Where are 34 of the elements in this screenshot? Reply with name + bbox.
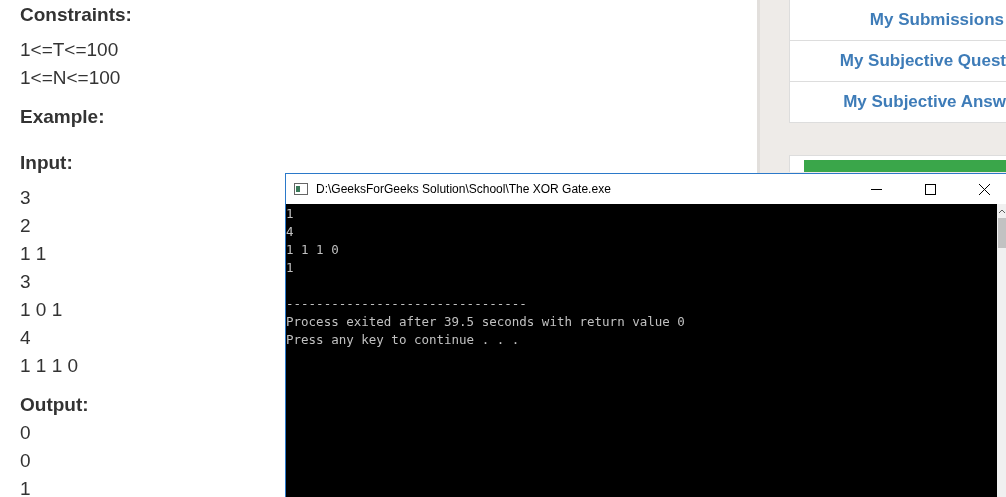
scrollbar[interactable]	[997, 204, 1006, 497]
minimize-icon	[870, 188, 882, 190]
text-line: 3	[20, 270, 31, 294]
console-line: 4	[286, 223, 294, 241]
section-heading: Example:	[20, 105, 105, 129]
text-line: 3	[20, 186, 31, 210]
sidebar-link[interactable]: My Subjective Answ	[790, 82, 1006, 122]
console-line: 1	[286, 205, 294, 223]
console-line: 1 1 1 0	[286, 241, 339, 259]
text-line: 1	[20, 477, 31, 497]
app-icon	[294, 183, 308, 195]
close-icon	[978, 183, 990, 195]
text-line: 0	[20, 449, 31, 473]
maximize-icon	[924, 183, 936, 195]
section-heading: Input:	[20, 151, 73, 175]
text-line: 1 1	[20, 242, 47, 266]
text-line: 1<=N<=100	[20, 66, 121, 90]
console-line: 1	[286, 259, 294, 277]
text-line: 0	[20, 421, 31, 445]
section-heading: Constraints:	[20, 3, 132, 27]
text-line: 2	[20, 214, 31, 238]
console-line: --------------------------------	[286, 295, 527, 313]
console-line: Process exited after 39.5 seconds with return value 0	[286, 313, 685, 331]
console-line: Press any key to continue . . .	[286, 331, 520, 349]
sidebar-link[interactable]: My Subjective Quest	[790, 41, 1006, 82]
text-line: 1<=T<=100	[20, 38, 119, 62]
window-title: D:\GeeksForGeeks Solution\School\The XOR Gate.exe	[316, 182, 612, 196]
text-line: 1 0 1	[20, 298, 63, 322]
section-heading: Output:	[20, 393, 89, 417]
sidebar-link[interactable]: My Submissions	[790, 0, 1006, 41]
scroll-thumb[interactable]	[998, 218, 1006, 248]
text-line: 4	[20, 326, 31, 350]
text-line: 1 1 1 0	[20, 354, 79, 378]
scroll-up-icon[interactable]	[998, 208, 1006, 214]
